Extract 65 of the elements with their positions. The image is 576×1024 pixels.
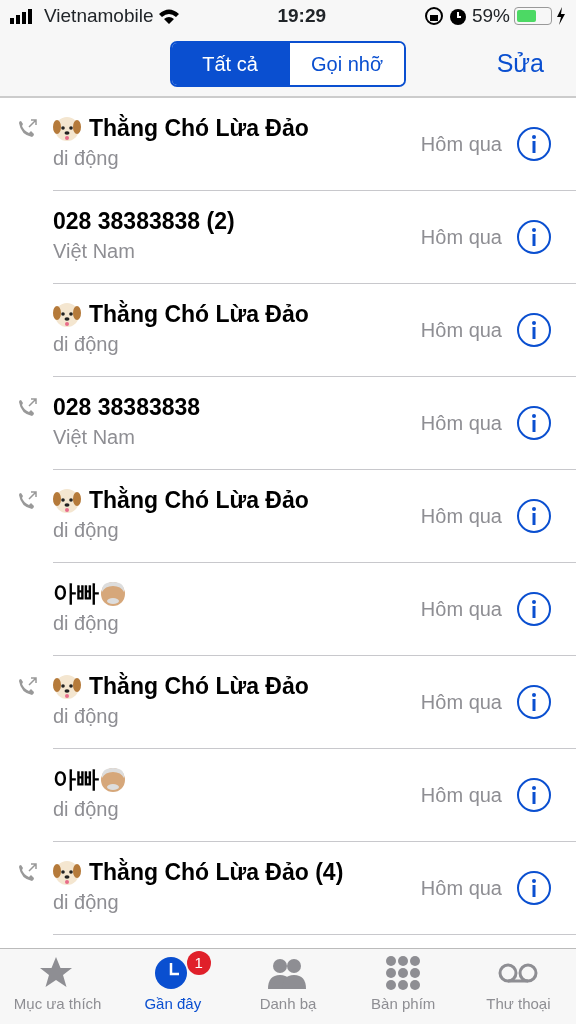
call-type: di động	[53, 704, 120, 729]
call-row[interactable]: 아빠 di động Hôm qua	[0, 749, 576, 842]
call-row[interactable]: 028 38383838 (2) Việt Nam Hôm qua	[0, 191, 576, 284]
contact-name: 028 38383838 (2)	[53, 208, 235, 236]
edit-button[interactable]: Sửa	[490, 44, 550, 84]
info-icon[interactable]	[516, 591, 552, 627]
old-man-icon	[99, 766, 127, 794]
info-icon[interactable]	[516, 219, 552, 255]
call-date: Hôm qua	[420, 411, 502, 436]
status-time: 19:29	[277, 3, 327, 28]
call-date: Hôm qua	[420, 132, 502, 157]
alarm-icon	[447, 6, 468, 26]
info-icon[interactable]	[516, 684, 552, 720]
old-man-icon	[99, 580, 127, 608]
contact-name: Thằng Chó Lừa Đảo	[89, 487, 309, 515]
call-row[interactable]: Thằng Chó Lừa Đảo di động Hôm qua	[0, 470, 576, 563]
battery-percent: 59%	[471, 3, 510, 28]
contact-name: Thằng Chó Lừa Đảo	[89, 301, 309, 329]
rotation-lock-icon	[423, 6, 444, 26]
dog-face-icon	[53, 859, 81, 887]
call-row[interactable]: 028 38383838 Việt Nam Hôm qua	[0, 377, 576, 470]
call-type: di động	[53, 518, 120, 543]
dog-face-icon	[53, 487, 81, 515]
contact-name: 아빠	[53, 580, 99, 608]
info-icon[interactable]	[516, 498, 552, 534]
dog-face-icon	[53, 115, 81, 143]
info-icon[interactable]	[516, 312, 552, 348]
call-type: di động	[53, 797, 120, 822]
call-type: Việt Nam	[53, 238, 136, 264]
segment-tab[interactable]: Gọi nhỡ	[288, 43, 404, 85]
carrier-name: Vietnamobile	[44, 3, 154, 28]
tab-bar-item[interactable]: Gần đây 1	[115, 949, 231, 1024]
call-type: di động	[53, 611, 120, 636]
call-row[interactable]: 아빠 di động Hôm qua	[0, 563, 576, 656]
info-icon[interactable]	[516, 405, 552, 441]
segment-tab[interactable]: Tất cả	[172, 43, 288, 85]
call-row[interactable]: Thằng Chó Lừa Đảo (4) di động Hôm qua	[0, 842, 576, 935]
info-icon[interactable]	[516, 870, 552, 906]
dog-face-icon	[53, 301, 81, 329]
contact-name: Thằng Chó Lừa Đảo	[89, 115, 309, 143]
info-icon[interactable]	[516, 126, 552, 162]
contact-name: 아빠	[53, 766, 99, 794]
contact-name: Thằng Chó Lừa Đảo (4)	[89, 859, 344, 887]
call-row[interactable]: Thằng Chó Lừa Đảo di động Hôm qua	[0, 284, 576, 377]
call-type: di động	[53, 332, 120, 357]
call-date: Hôm qua	[420, 690, 502, 715]
call-date: Hôm qua	[420, 504, 502, 529]
call-date: Hôm qua	[420, 597, 502, 622]
notification-badge: 1	[186, 951, 211, 975]
contact-name: 028 38383838	[53, 394, 201, 422]
call-row[interactable]: Thằng Chó Lừa Đảo di động Hôm qua	[0, 98, 576, 191]
info-icon[interactable]	[516, 777, 552, 813]
call-date: Hôm qua	[420, 318, 502, 343]
charging-icon	[556, 7, 566, 25]
call-row[interactable]: Thằng Chó Lừa Đảo di động Hôm qua	[0, 656, 576, 749]
battery-icon	[514, 7, 552, 25]
call-type: di động	[53, 890, 120, 915]
call-date: Hôm qua	[420, 876, 502, 901]
contact-name: Thằng Chó Lừa Đảo	[89, 673, 309, 701]
call-type: Việt Nam	[53, 424, 136, 450]
call-type: di động	[53, 146, 120, 171]
wifi-icon	[157, 8, 180, 24]
dog-face-icon	[53, 673, 81, 701]
call-date: Hôm qua	[420, 225, 502, 250]
call-date: Hôm qua	[420, 783, 502, 808]
